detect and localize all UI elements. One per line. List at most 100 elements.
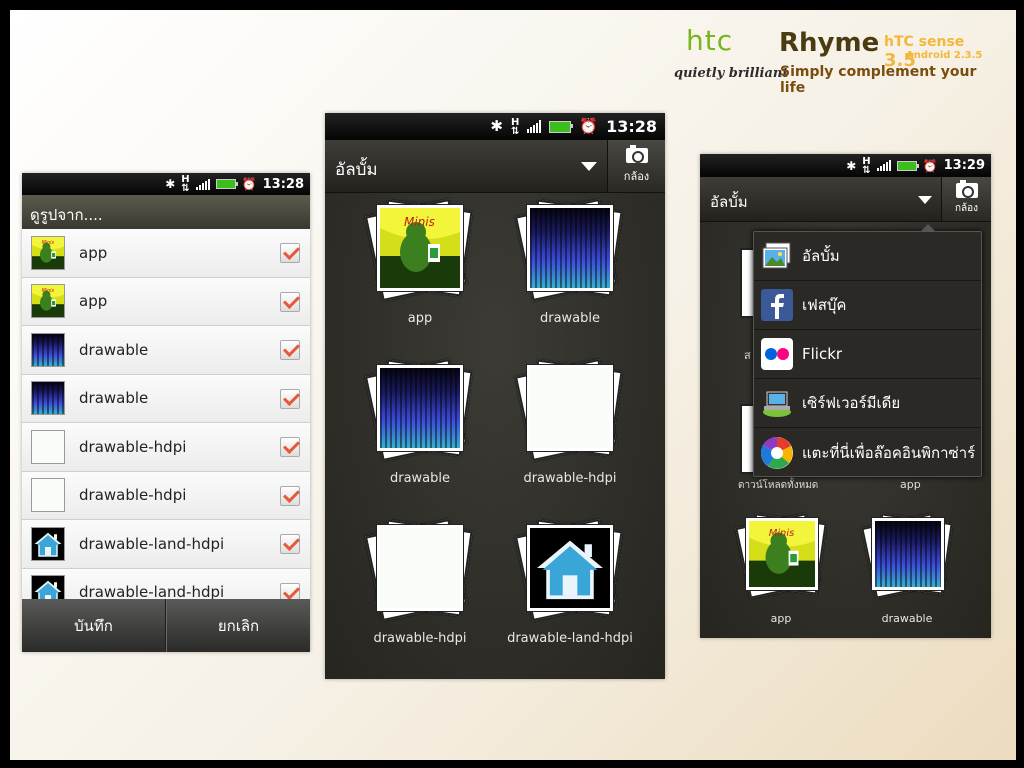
clock: 13:28 [606, 117, 657, 136]
thumbnail [31, 478, 65, 513]
album-item[interactable]: Minis app [345, 198, 495, 351]
picasa-icon [760, 436, 794, 470]
album-caption: drawable-hdpi [523, 471, 617, 486]
svg-text:Minis: Minis [769, 528, 794, 539]
flickr-icon [760, 337, 794, 371]
album-item[interactable]: drawable [844, 513, 970, 634]
checkbox-checked[interactable] [280, 437, 300, 457]
camera-label: กล้อง [623, 169, 650, 183]
list-item-label: drawable [79, 389, 149, 408]
album-caption: drawable [389, 471, 451, 486]
album-item[interactable]: drawable-hdpi [495, 358, 645, 511]
status-bar: ✱ H ⇅ ⏰ 13:28 [22, 173, 310, 195]
list-item-label: drawable-hdpi [79, 486, 187, 505]
checkbox-checked[interactable] [280, 340, 300, 360]
album-item[interactable]: drawable [345, 358, 495, 511]
album-stack [345, 358, 495, 463]
menu-item-media-server[interactable]: เซิร์ฟเวอร์มีเดีย [754, 379, 981, 428]
album-dropdown-title[interactable]: อัลบั้ม [335, 156, 378, 183]
phone-albums: ✱ H ⇅ ⏰ 13:28 อัลบั้ม กล้อง Minis app drawa… [325, 113, 665, 679]
list-item[interactable]: drawable-hdpi [22, 423, 310, 472]
svg-text:Minis: Minis [42, 288, 55, 294]
album-cover [377, 525, 463, 611]
thumbnail [31, 575, 65, 599]
clock: 13:29 [943, 158, 985, 173]
list-item[interactable]: drawable-land-hdpi [22, 568, 310, 599]
list-item-label: app [79, 292, 108, 311]
camera-button[interactable]: กล้อง [607, 140, 665, 192]
menu-item-facebook[interactable]: เฟสบุ๊ค [754, 281, 981, 330]
album-cover: Minis [746, 518, 818, 590]
album-caption-downloads: ดาวน์โหลดทั้งหมด [738, 480, 819, 491]
album-caption-app: app [900, 478, 921, 491]
bluetooth-icon: ✱ [846, 158, 857, 173]
signal-icon [876, 160, 891, 171]
thumbnail [31, 429, 65, 464]
checkbox-checked[interactable] [280, 534, 300, 554]
album-cover [527, 205, 613, 291]
album-cover [377, 365, 463, 451]
list-item-label: drawable-land-hdpi [79, 583, 225, 599]
checkbox-checked[interactable] [280, 243, 300, 263]
album-item[interactable]: drawable-hdpi [345, 518, 495, 671]
thumbnail [31, 381, 65, 416]
network-type-icon: H ⇅ [510, 116, 520, 137]
album-cover [872, 518, 944, 590]
album-dropdown-title[interactable]: อัลบั้ม [710, 190, 748, 214]
signal-icon [527, 120, 542, 133]
camera-button[interactable]: กล้อง [941, 177, 991, 221]
list-item[interactable]: drawable [22, 326, 310, 375]
camera-label: กล้อง [954, 202, 979, 214]
menu-item-album[interactable]: อัลบั้ม [754, 232, 981, 281]
android-art-icon: Minis [32, 236, 64, 269]
alarm-icon: ⏰ [241, 177, 257, 191]
thumbnail [31, 332, 65, 367]
album-caption: drawable [539, 311, 601, 326]
list-item[interactable]: Minis app [22, 229, 310, 278]
phone-select-source: ✱ H ⇅ ⏰ 13:28 ดูรูปจาก.... Minis app Minis a… [22, 173, 310, 652]
dropdown-arrow-icon[interactable] [581, 162, 597, 171]
source-list: Minis app Minis app drawable drawable drawable… [22, 229, 310, 599]
battery-icon [896, 160, 919, 171]
signal-icon [195, 178, 210, 190]
android-art-icon: Minis [749, 521, 815, 587]
album-stack [495, 358, 645, 463]
checkbox-checked[interactable] [280, 582, 300, 599]
checkbox-checked[interactable] [280, 291, 300, 312]
camera-icon [955, 179, 978, 198]
save-button[interactable]: บันทึก [22, 599, 166, 652]
album-stack [345, 518, 495, 623]
album-caption: ส [744, 349, 751, 362]
status-bar: ✱ H ⇅ ⏰ 13:29 [700, 154, 991, 177]
list-item[interactable]: drawable-land-hdpi [22, 520, 310, 569]
album-item[interactable]: drawable-land-hdpi [495, 518, 645, 671]
menu-item-picasa[interactable]: แตะที่นี่เพื่อล๊อคอินพิกาซ่าร์ [754, 428, 981, 477]
home-icon [34, 532, 62, 557]
list-item[interactable]: Minis app [22, 277, 310, 326]
menu-item-flickr[interactable]: Flickr [754, 330, 981, 379]
svg-text:Minis: Minis [42, 240, 55, 246]
menu-label: Flickr [802, 345, 843, 363]
list-item-label: app [79, 243, 108, 262]
checkbox-checked[interactable] [280, 388, 300, 409]
android-version: Android 2.3.5 [906, 50, 983, 61]
album-caption: app [770, 612, 792, 625]
album-stack [495, 518, 645, 623]
album-item[interactable]: Minis app [718, 513, 844, 634]
album-caption: drawable [881, 612, 933, 625]
album-caption: app [407, 311, 433, 326]
cancel-button[interactable]: ยกเลิก [166, 599, 310, 652]
facebook-icon [760, 288, 794, 322]
alarm-icon: ⏰ [922, 158, 938, 173]
list-item[interactable]: drawable-hdpi [22, 471, 310, 520]
android-art-icon: Minis [32, 285, 64, 318]
menu-label: แตะที่นี่เพื่อล๊อคอินพิกาซ่าร์ [802, 443, 976, 462]
checkbox-checked[interactable] [280, 485, 300, 506]
dropdown-arrow-icon[interactable] [918, 196, 932, 204]
menu-label: เซิร์ฟเวอร์มีเดีย [802, 394, 901, 412]
list-item[interactable]: drawable [22, 374, 310, 423]
camera-icon [625, 144, 648, 163]
album-cover [527, 525, 613, 611]
source-menu-popup: อัลบั้ม เฟสบุ๊ค Flickr เซิร์ฟเวอร์มีเดีย… [753, 224, 982, 477]
album-item[interactable]: drawable [495, 198, 645, 351]
